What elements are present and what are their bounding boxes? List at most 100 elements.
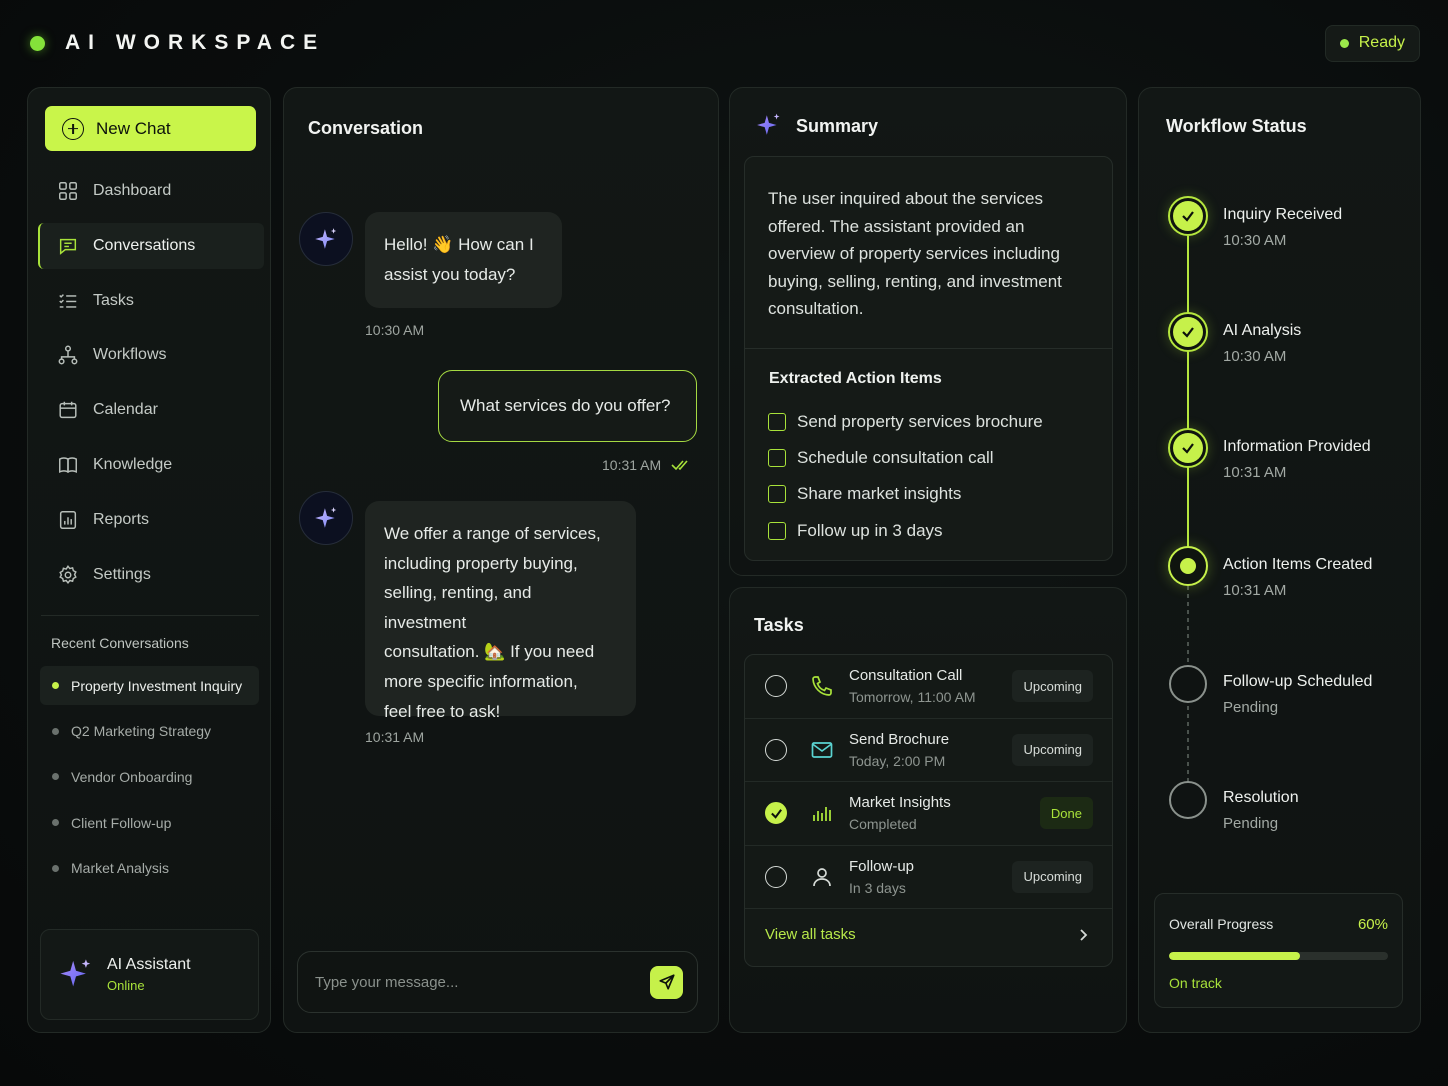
summary-card: The user inquired about the services off… — [744, 156, 1113, 561]
checkbox[interactable] — [768, 485, 786, 504]
action-item[interactable]: Share market insights — [768, 476, 1043, 512]
progress-percent: 60% — [1357, 916, 1388, 933]
sidebar-item-workflows[interactable]: Workflows — [38, 332, 264, 378]
workflow-line-completed — [1187, 236, 1189, 566]
workflow-step-current-node — [1168, 546, 1208, 586]
active-dot-icon — [52, 682, 59, 689]
message-line: including property buying, — [384, 553, 578, 573]
recent-conversation-item[interactable]: Q2 Marketing Strategy — [40, 712, 259, 751]
check-icon — [1182, 327, 1194, 338]
bar-chart-icon — [813, 807, 831, 822]
message-time: 10:31 AM — [365, 729, 425, 745]
message-time-row: 10:31 AM — [602, 457, 693, 473]
summary-divider — [745, 348, 1112, 349]
task-radio[interactable] — [765, 738, 787, 761]
double-check-icon — [671, 460, 688, 471]
sparkle-icon — [315, 507, 337, 528]
sidebar-item-tasks[interactable]: Tasks — [38, 278, 264, 324]
sidebar-item-label: Settings — [93, 565, 151, 583]
sidebar-item-calendar[interactable]: Calendar — [38, 387, 264, 433]
task-due: Tomorrow, 11:00 AM — [849, 689, 976, 706]
dot-icon — [52, 819, 59, 827]
view-all-tasks-link[interactable]: View all tasks — [745, 909, 1112, 960]
workflow-step-name: Inquiry Received — [1223, 206, 1343, 223]
conversation-title: Conversation — [308, 118, 424, 138]
header: AI WORKSPACE Ready — [30, 24, 1420, 62]
gear-icon — [59, 564, 77, 584]
summary-panel: Summary The user inquired about the serv… — [729, 87, 1127, 576]
workflow-step-time: 10:30 AM — [1223, 232, 1287, 249]
ai-assistant-card[interactable]: AI Assistant Online — [40, 929, 259, 1020]
plus-circle-icon — [62, 117, 84, 140]
recent-conversations-list: Property Investment Inquiry Q2 Marketing… — [40, 666, 259, 894]
sidebar-item-conversations[interactable]: Conversations — [38, 222, 264, 269]
task-name: Market Insights — [849, 794, 951, 812]
assistant-message-bubble: We offer a range of services, including … — [365, 501, 636, 721]
task-row[interactable]: Follow-up In 3 days Upcoming — [745, 846, 1112, 909]
message-input[interactable] — [315, 973, 650, 991]
sidebar-item-label: Dashboard — [93, 182, 172, 199]
report-icon — [59, 510, 77, 529]
workflow-step-time: 10:31 AM — [1223, 464, 1287, 481]
recent-conversation-label: Property Investment Inquiry — [71, 677, 243, 694]
message-line: consultation. 🏡 If you need — [384, 642, 595, 662]
action-items-list: Send property services brochure Schedule… — [768, 404, 1043, 549]
workflow-step-time: Pending — [1223, 699, 1279, 716]
checkbox[interactable] — [768, 521, 786, 540]
recent-conversation-item[interactable]: Client Follow-up — [40, 803, 259, 842]
new-chat-label: New Chat — [96, 118, 171, 138]
workflow-step: Resolution Pending — [1223, 789, 1299, 832]
conversation-panel: Conversation Hello! 👋 How can I assist y… — [283, 87, 719, 1033]
workflow-step-name: Follow-up Scheduled — [1223, 673, 1373, 690]
mail-icon — [811, 741, 833, 758]
ready-status-badge: Ready — [1324, 24, 1420, 62]
brand: AI WORKSPACE — [30, 31, 325, 55]
book-icon — [59, 457, 77, 474]
sidebar-item-settings[interactable]: Settings — [38, 552, 264, 598]
task-row[interactable]: Send Brochure Today, 2:00 PM Upcoming — [745, 719, 1112, 782]
recent-conversation-label: Market Analysis — [71, 860, 170, 877]
workflow-step-time: 10:31 AM — [1223, 582, 1287, 599]
sidebar-item-reports[interactable]: Reports — [38, 497, 264, 543]
send-button[interactable] — [650, 965, 683, 999]
recent-conversation-item[interactable]: Vendor Onboarding — [40, 757, 259, 796]
checkbox[interactable] — [768, 449, 786, 468]
chevron-right-icon — [1080, 928, 1088, 941]
dot-icon — [52, 864, 59, 872]
sidebar-item-knowledge[interactable]: Knowledge — [38, 442, 264, 488]
workflow-step-time: Pending — [1223, 815, 1279, 832]
task-row[interactable]: Consultation Call Tomorrow, 11:00 AM Upc… — [745, 655, 1112, 719]
progress-note: On track — [1169, 975, 1222, 991]
action-item[interactable]: Schedule consultation call — [768, 440, 1043, 476]
message-line: We offer a range of services, — [384, 524, 601, 543]
workflow-step-name: Action Items Created — [1223, 556, 1373, 573]
task-radio[interactable] — [765, 675, 787, 698]
task-row[interactable]: Market Insights Completed Done — [745, 782, 1112, 846]
workflow-step-done-node — [1168, 196, 1208, 236]
ready-dot-icon — [1339, 38, 1349, 48]
action-item[interactable]: Send property services brochure — [768, 404, 1043, 440]
task-radio-checked[interactable] — [765, 802, 787, 825]
task-name: Consultation Call — [849, 667, 963, 685]
workflow-step-name: Information Provided — [1223, 438, 1371, 455]
action-item[interactable]: Follow up in 3 days — [768, 513, 1043, 549]
recent-conversation-item[interactable]: Property Investment Inquiry — [40, 666, 259, 705]
recent-conversation-item[interactable]: Market Analysis — [40, 849, 259, 888]
brand-status-dot — [30, 35, 45, 51]
task-radio[interactable] — [765, 865, 787, 888]
overall-progress-card: Overall Progress 60% On track — [1154, 893, 1403, 1008]
check-icon — [770, 808, 782, 819]
workflow-step: Information Provided 10:31 AM — [1223, 438, 1371, 481]
task-name: Follow-up — [849, 857, 915, 875]
workflow-step-name: Resolution — [1223, 789, 1299, 806]
new-chat-button[interactable]: New Chat — [45, 106, 256, 151]
recent-conversation-label: Vendor Onboarding — [71, 768, 193, 785]
status-badge: Done — [1039, 797, 1093, 830]
sidebar-item-label: Workflows — [93, 346, 167, 364]
app-window: AI WORKSPACE Ready New Chat Dashboard Co… — [0, 0, 1448, 1086]
dot-icon — [52, 727, 59, 735]
workflow-step: Inquiry Received 10:30 AM — [1223, 206, 1342, 249]
checkbox[interactable] — [768, 413, 786, 432]
sidebar-item-dashboard[interactable]: Dashboard — [38, 168, 264, 214]
sidebar-item-label: Tasks — [93, 291, 134, 309]
